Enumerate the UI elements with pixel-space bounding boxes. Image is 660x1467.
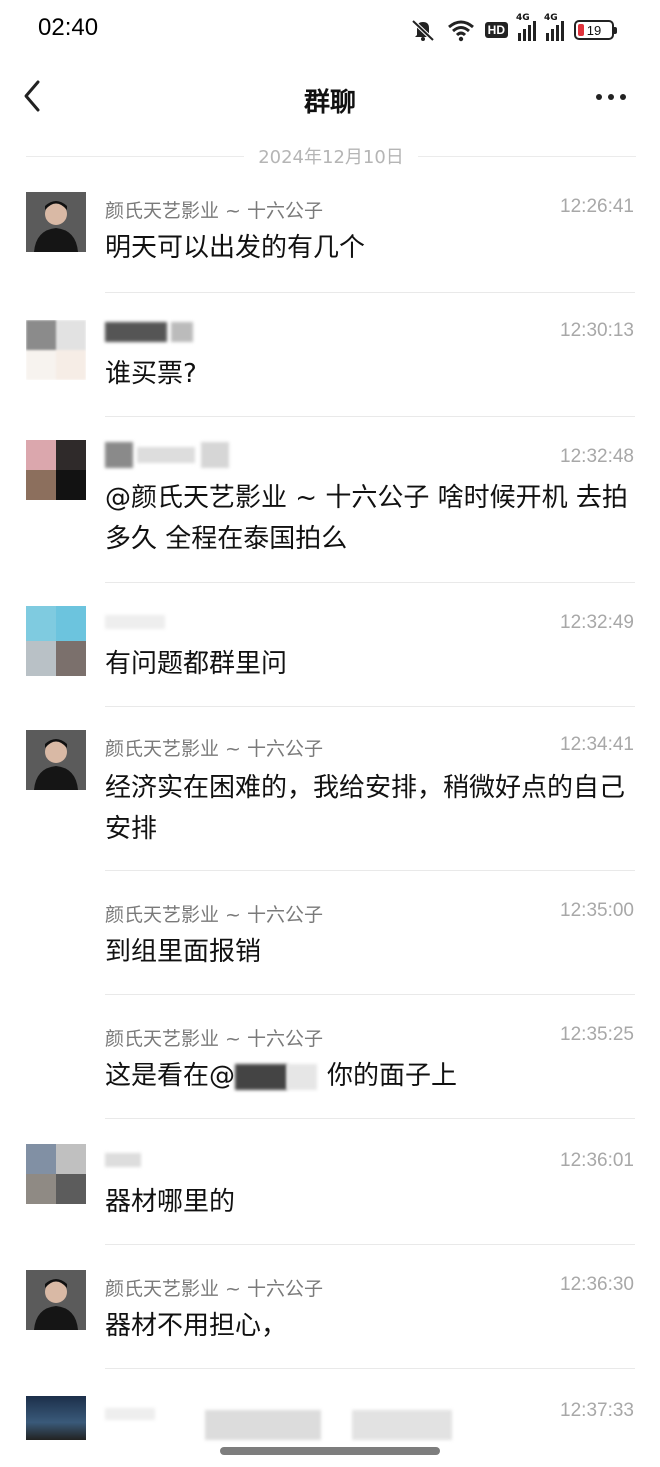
message-item[interactable]: 颜氏天艺影业 ~ 十六公子 12:35:00 到组里面报销 xyxy=(0,894,660,996)
divider xyxy=(105,994,635,995)
avatar[interactable] xyxy=(26,1270,86,1330)
sender-name-redacted xyxy=(105,1402,155,1424)
message-time: 12:34:41 xyxy=(560,734,634,755)
avatar[interactable] xyxy=(26,440,86,500)
nav-bar: 群聊 xyxy=(0,62,660,134)
message-time: 12:32:49 xyxy=(560,612,634,633)
message-item[interactable]: 颜氏天艺影业 ~ 十六公子 12:36:30 器材不用担心， xyxy=(0,1268,660,1372)
message-text: 经济实在困难的，我给安排，稍微好点的自己安排 xyxy=(105,773,626,844)
message-text-part: 这是看在@ xyxy=(105,1061,236,1091)
signal-icon-2: 4G xyxy=(544,13,564,41)
message-text: 有问题都群里问 xyxy=(105,649,288,679)
message-text: 器材不用担心， xyxy=(105,1311,288,1341)
sender-name-redacted xyxy=(105,320,193,342)
status-icons: HD 4G 4G 19 xyxy=(409,13,617,44)
message-text: 器材哪里的 xyxy=(105,1187,236,1217)
divider xyxy=(105,582,635,583)
message-time: 12:32:48 xyxy=(560,446,634,467)
message-item[interactable]: 12:32:48 @颜氏天艺影业 ~ 十六公子 啥时候开机 去拍多久 全程在泰国… xyxy=(0,438,660,584)
wifi-icon xyxy=(447,20,474,42)
home-indicator[interactable] xyxy=(220,1447,440,1455)
message-text: 到组里面报销 xyxy=(105,937,262,967)
sender-name: 颜氏天艺影业 ~ 十六公子 xyxy=(105,200,323,222)
message-time: 12:30:13 xyxy=(560,320,634,341)
avatar[interactable] xyxy=(26,192,86,252)
battery-icon: 19 xyxy=(574,20,617,40)
divider xyxy=(105,292,635,293)
sender-name: 颜氏天艺影业 ~ 十六公子 xyxy=(105,1028,323,1050)
more-options-icon[interactable] xyxy=(596,82,632,112)
message-item[interactable]: 颜氏天艺影业 ~ 十六公子 12:35:25 这是看在@ 你的面子上 xyxy=(0,1018,660,1120)
message-time: 12:37:33 xyxy=(560,1400,634,1421)
sender-name: 颜氏天艺影业 ~ 十六公子 xyxy=(105,738,323,760)
status-bar: 02:40 HD 4G 4G 19 xyxy=(0,0,660,60)
message-item[interactable]: 12:37:33 xyxy=(0,1392,660,1467)
sender-name: 颜氏天艺影业 ~ 十六公子 xyxy=(105,1278,323,1300)
sender-name-redacted xyxy=(105,610,165,632)
message-text: 谁买票? xyxy=(105,359,197,389)
redacted-mention xyxy=(235,1063,288,1090)
divider xyxy=(105,1118,635,1119)
message-time: 12:36:30 xyxy=(560,1274,634,1295)
signal-icon: 4G xyxy=(516,13,536,41)
avatar[interactable] xyxy=(26,1144,86,1204)
message-time: 12:35:00 xyxy=(560,900,634,921)
divider xyxy=(105,1244,635,1245)
mute-bell-icon xyxy=(411,19,435,42)
message-text: 这是看在@ 你的面子上 xyxy=(105,1056,630,1097)
divider xyxy=(105,706,635,707)
avatar[interactable] xyxy=(26,1396,86,1440)
avatar[interactable] xyxy=(26,606,86,676)
date-label: 2024年12月10日 xyxy=(258,147,404,168)
message-time: 12:26:41 xyxy=(560,196,634,217)
divider xyxy=(105,416,635,417)
date-separator: 2024年12月10日 xyxy=(26,140,636,172)
message-text: 明天可以出发的有几个 xyxy=(105,233,366,263)
message-text: @颜氏天艺影业 ~ 十六公子 啥时候开机 去拍多久 全程在泰国拍么 xyxy=(105,483,628,554)
message-time: 12:36:01 xyxy=(560,1150,634,1171)
divider xyxy=(105,1368,635,1369)
sender-name-redacted xyxy=(105,442,229,468)
sender-name-redacted xyxy=(105,1148,141,1170)
redacted-content xyxy=(352,1410,452,1440)
sender-name: 颜氏天艺影业 ~ 十六公子 xyxy=(105,904,323,926)
divider xyxy=(105,870,635,871)
avatar[interactable] xyxy=(26,730,86,790)
message-item[interactable]: 12:36:01 器材哪里的 xyxy=(0,1142,660,1246)
page-title: 群聊 xyxy=(303,88,356,118)
hd-badge: HD xyxy=(484,22,508,38)
avatar[interactable] xyxy=(26,320,86,380)
message-text-part: 你的面子上 xyxy=(327,1061,458,1091)
message-item[interactable]: 12:30:13 谁买票? xyxy=(0,316,660,418)
battery-level: 19 xyxy=(586,22,602,38)
redacted-content xyxy=(205,1410,321,1440)
message-item[interactable]: 颜氏天艺影业 ~ 十六公子 12:34:41 经济实在困难的，我给安排，稍微好点… xyxy=(0,728,660,874)
message-time: 12:35:25 xyxy=(560,1024,634,1045)
message-item[interactable]: 颜氏天艺影业 ~ 十六公子 12:26:41 明天可以出发的有几个 xyxy=(0,190,660,294)
message-item[interactable]: 12:32:49 有问题都群里问 xyxy=(0,604,660,708)
